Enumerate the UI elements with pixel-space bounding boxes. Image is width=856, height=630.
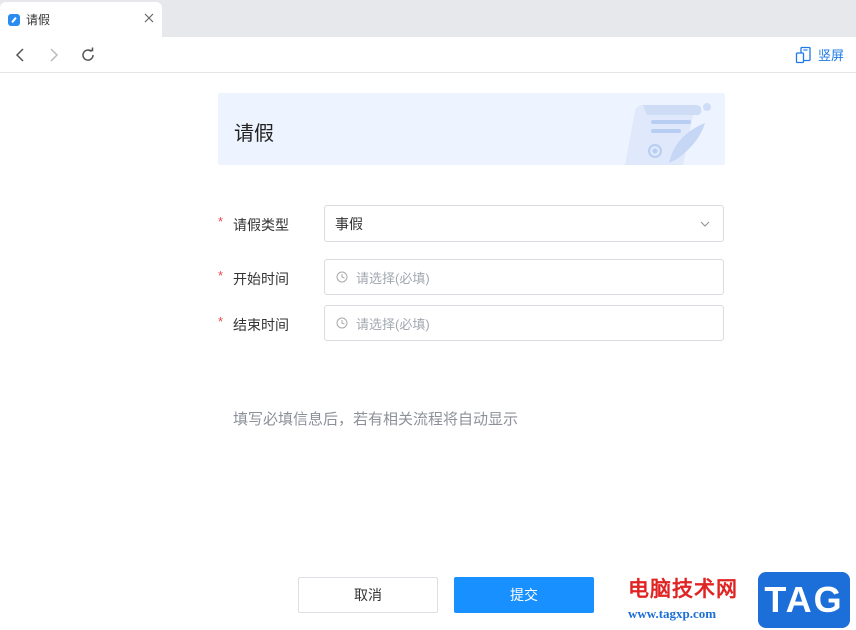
- end-time-placeholder: 请选择(必填): [356, 316, 430, 332]
- start-time-row: * 开始时间 请选择(必填): [218, 259, 725, 296]
- page-title: 请假: [234, 123, 274, 145]
- page-header-banner: 请假: [218, 93, 725, 165]
- browser-tab[interactable]: 请假: [0, 2, 162, 37]
- watermark-url: www.tagxp.com: [628, 606, 717, 621]
- chevron-down-icon: [700, 221, 710, 227]
- required-marker: *: [218, 314, 224, 329]
- watermark-tag-badge: TAG: [758, 572, 850, 628]
- portrait-screen-icon: [795, 46, 811, 63]
- leave-type-value: 事假: [335, 215, 363, 232]
- start-time-label: 开始时间: [233, 271, 289, 287]
- cancel-button[interactable]: 取消: [298, 577, 438, 613]
- start-time-picker[interactable]: 请选择(必填): [324, 259, 724, 295]
- submit-button[interactable]: 提交: [454, 577, 594, 613]
- end-time-label: 结束时间: [233, 317, 289, 333]
- browser-toolbar: 竖屏: [0, 37, 856, 73]
- forward-arrow-icon[interactable]: [44, 46, 62, 64]
- portrait-label: 竖屏: [817, 48, 844, 63]
- required-marker: *: [218, 268, 224, 283]
- back-arrow-icon[interactable]: [12, 46, 30, 64]
- watermark-site-name: 电脑技术网: [628, 578, 738, 601]
- leave-type-row: * 请假类型 事假: [218, 205, 725, 242]
- workflow-hint-text: 填写必填信息后，若有相关流程将自动显示: [233, 411, 519, 428]
- leave-type-label: 请假类型: [233, 217, 289, 233]
- app-favicon-icon: [8, 13, 20, 26]
- end-time-picker[interactable]: 请选择(必填): [324, 305, 724, 341]
- clock-icon: [336, 271, 348, 283]
- reload-icon[interactable]: [79, 46, 97, 64]
- close-icon[interactable]: [142, 11, 156, 25]
- tab-title: 请假: [26, 13, 51, 27]
- required-marker: *: [218, 214, 224, 229]
- clock-icon: [336, 317, 348, 329]
- leave-type-select[interactable]: 事假: [324, 205, 724, 242]
- document-illustration-icon: [625, 103, 711, 165]
- portrait-mode-button[interactable]: 竖屏: [795, 45, 844, 64]
- start-time-placeholder: 请选择(必填): [356, 270, 430, 286]
- tab-strip: 请假: [0, 0, 856, 37]
- end-time-row: * 结束时间 请选择(必填): [218, 305, 725, 342]
